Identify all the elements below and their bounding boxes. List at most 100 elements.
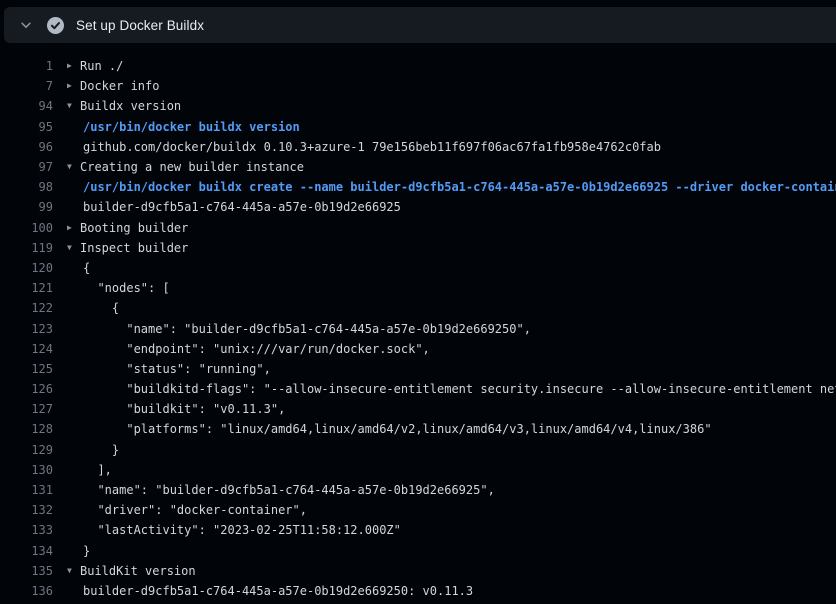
line-number[interactable]: 1 [0,59,53,73]
log-text-wrap: "endpoint": "unix:///var/run/docker.sock… [53,342,836,356]
line-number[interactable]: 121 [0,281,53,295]
log-text-wrap: "buildkit": "v0.11.3", [53,402,836,416]
output-text: ], [67,463,112,477]
output-text: "name": "builder-d9cfb5a1-c764-445a-a57e… [67,483,495,497]
line-number[interactable]: 94 [0,99,53,113]
log-line: 133 "lastActivity": "2023-02-25T11:58:12… [0,520,836,540]
line-number[interactable]: 123 [0,322,53,336]
log-line: 125 "status": "running", [0,359,836,379]
line-number[interactable]: 100 [0,221,53,235]
triangle-right-icon: ▶ [67,56,80,76]
output-text: "buildkitd-flags": "--allow-insecure-ent… [67,382,836,396]
line-number[interactable]: 124 [0,342,53,356]
log-line: 123 "name": "builder-d9cfb5a1-c764-445a-… [0,318,836,338]
log-line: 124 "endpoint": "unix:///var/run/docker.… [0,339,836,359]
line-number[interactable]: 128 [0,422,53,436]
actions-log-viewer: Set up Docker Buildx 1▶Run ./7▶Docker in… [0,0,836,604]
line-number[interactable]: 99 [0,200,53,214]
log-text-wrap: ], [53,463,836,477]
triangle-right-icon: ▶ [67,76,80,96]
log-line: 130 ], [0,460,836,480]
log-group-toggle[interactable]: ▼Buildx version [53,96,836,116]
output-text: github.com/docker/buildx 0.10.3+azure-1 … [67,140,661,154]
line-number[interactable]: 135 [0,564,53,578]
step-title: Set up Docker Buildx [76,18,204,33]
line-number[interactable]: 126 [0,382,53,396]
log-line: 1▶Run ./ [0,56,836,76]
log-line: 127 "buildkit": "v0.11.3", [0,399,836,419]
log-group-toggle[interactable]: ▶Docker info [53,76,836,96]
line-number[interactable]: 119 [0,241,53,255]
log-text-wrap: github.com/docker/buildx 0.10.3+azure-1 … [53,140,836,154]
chevron-down-icon[interactable] [19,18,33,32]
log-line: 131 "name": "builder-d9cfb5a1-c764-445a-… [0,480,836,500]
log-line: 128 "platforms": "linux/amd64,linux/amd6… [0,419,836,439]
log-text-wrap: { [53,261,836,275]
triangle-down-icon: ▼ [67,238,80,258]
command-text: /usr/bin/docker buildx create --name bui… [67,180,836,194]
log-text-wrap: builder-d9cfb5a1-c764-445a-a57e-0b19d2e6… [53,584,836,598]
line-number[interactable]: 98 [0,180,53,194]
output-text: "status": "running", [67,362,271,376]
output-text: { [67,261,90,275]
triangle-down-icon: ▼ [67,561,80,581]
line-number[interactable]: 127 [0,402,53,416]
log-group-toggle[interactable]: ▼BuildKit version [53,561,836,581]
log-text-wrap: { [53,301,836,315]
output-text: "nodes": [ [67,281,170,295]
output-text: } [67,544,90,558]
line-number[interactable]: 97 [0,160,53,174]
log-text-wrap: "status": "running", [53,362,836,376]
output-text: "name": "builder-d9cfb5a1-c764-445a-a57e… [67,322,531,336]
line-number[interactable]: 95 [0,120,53,134]
log-text-wrap: builder-d9cfb5a1-c764-445a-a57e-0b19d2e6… [53,200,836,214]
output-text: builder-d9cfb5a1-c764-445a-a57e-0b19d2e6… [67,200,401,214]
group-title: Inspect builder [80,241,188,255]
line-number[interactable]: 134 [0,544,53,558]
log-line: 134} [0,541,836,561]
output-text: { [67,301,119,315]
log-lines: 1▶Run ./7▶Docker info94▼Buildx version95… [0,56,836,601]
line-number[interactable]: 125 [0,362,53,376]
log-line: 99 builder-d9cfb5a1-c764-445a-a57e-0b19d2… [0,197,836,217]
log-line: 120 { [0,258,836,278]
line-number[interactable]: 133 [0,523,53,537]
log-text-wrap: } [53,544,836,558]
step-header[interactable]: Set up Docker Buildx [4,7,836,43]
log-line: 136builder-d9cfb5a1-c764-445a-a57e-0b19d… [0,581,836,601]
log-line: 132 "driver": "docker-container", [0,500,836,520]
line-number[interactable]: 130 [0,463,53,477]
line-number[interactable]: 120 [0,261,53,275]
group-title: Docker info [80,79,159,93]
log-line: 94▼Buildx version [0,96,836,116]
log-line: 96 github.com/docker/buildx 0.10.3+azure-… [0,137,836,157]
log-text-wrap: "driver": "docker-container", [53,503,836,517]
log-text-wrap: "name": "builder-d9cfb5a1-c764-445a-a57e… [53,483,836,497]
log-group-toggle[interactable]: ▼Inspect builder [53,238,836,258]
log-line: 98/usr/bin/docker buildx create --name b… [0,177,836,197]
output-text: "endpoint": "unix:///var/run/docker.sock… [67,342,430,356]
group-title: BuildKit version [80,564,196,578]
log-group-toggle[interactable]: ▼Creating a new builder instance [53,157,836,177]
line-number[interactable]: 122 [0,301,53,315]
group-title: Creating a new builder instance [80,160,304,174]
output-text: "buildkit": "v0.11.3", [67,402,285,416]
log-line: 135▼BuildKit version [0,561,836,581]
line-number[interactable]: 7 [0,79,53,93]
log-text-wrap: /usr/bin/docker buildx create --name bui… [53,180,836,194]
log-line: 129 } [0,440,836,460]
group-title: Booting builder [80,221,188,235]
line-number[interactable]: 132 [0,503,53,517]
log-line: 126 "buildkitd-flags": "--allow-insecure… [0,379,836,399]
log-text-wrap: "name": "builder-d9cfb5a1-c764-445a-a57e… [53,322,836,336]
line-number[interactable]: 131 [0,483,53,497]
line-number[interactable]: 96 [0,140,53,154]
log-group-toggle[interactable]: ▶Booting builder [53,218,836,238]
triangle-down-icon: ▼ [67,96,80,116]
log-text-wrap: "nodes": [ [53,281,836,295]
log-group-toggle[interactable]: ▶Run ./ [53,56,836,76]
line-number[interactable]: 129 [0,443,53,457]
line-number[interactable]: 136 [0,584,53,598]
group-title: Run ./ [80,59,123,73]
log-line: 119▼Inspect builder [0,238,836,258]
